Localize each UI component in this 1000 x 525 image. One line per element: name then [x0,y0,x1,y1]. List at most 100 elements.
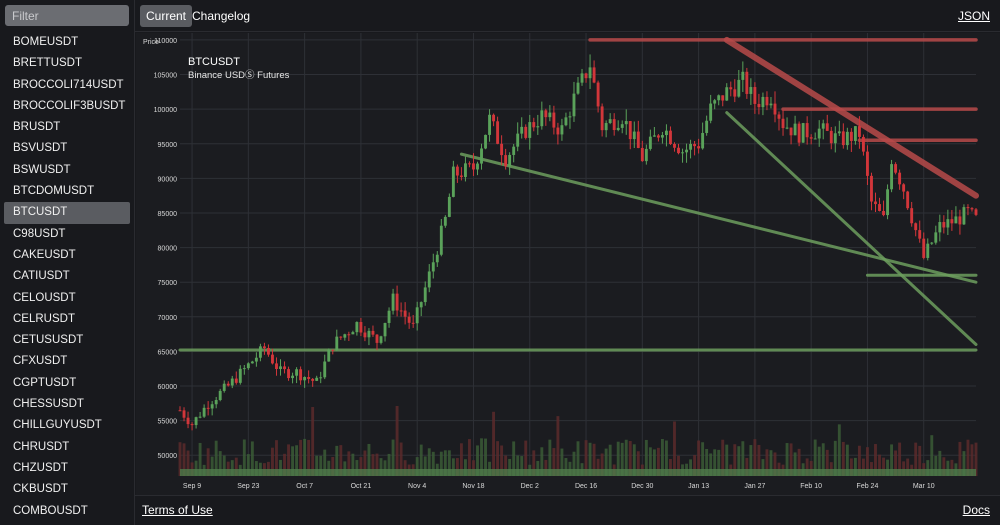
candle-body [395,293,399,311]
volume-baseline [180,469,976,476]
chart-subtitle: Binance USDⓈ Futures [188,70,290,81]
x-tick-label: Jan 27 [744,483,765,490]
candle-body [363,332,367,338]
candle-body [230,378,234,386]
candle-body [492,114,496,122]
tab-changelog[interactable]: Changelog [192,5,250,27]
sidebar-item-cetususdt[interactable]: CETUSUSDT [4,330,130,351]
candle-body [283,366,286,370]
candle-body [202,407,206,417]
candle-body [484,134,487,149]
sidebar-item-cgptusdt[interactable]: CGPTUSDT [4,373,130,394]
sidebar-item-broccolif3busdt[interactable]: BROCCOLIF3BUSDT [4,96,130,117]
sidebar-item-bomeusdt[interactable]: BOMEUSDT [4,32,130,53]
candle-body [773,103,777,115]
candle-body [319,377,323,379]
candle-body [914,223,918,231]
sidebar-item-cfxusdt[interactable]: CFXUSDT [4,351,130,372]
tab-current[interactable]: Current [140,5,193,27]
sidebar-item-btcdomusdt[interactable]: BTCDOMUSDT [4,181,130,202]
volume-bar [556,416,560,476]
candle-body [809,137,813,139]
candle-body [178,410,182,412]
sidebar-item-combousdt[interactable]: COMBOUSDT [4,501,130,522]
candle-body [564,117,568,126]
candle-body [275,363,278,369]
candle-body [423,287,427,303]
sidebar-item-broccoli714usdt[interactable]: BROCCOLI714USDT [4,75,130,96]
filter-input[interactable] [5,5,129,26]
chart-title: BTCUSDT [188,56,240,68]
sidebar-item-chrusdt[interactable]: CHRUSDT [4,437,130,458]
candle-body [403,310,407,317]
sidebar-item-chzusdt[interactable]: CHZUSDT [4,458,130,479]
candle-body [210,404,214,409]
candle-body [238,368,242,383]
volume-bar [492,411,496,476]
price-chart[interactable]: 50000 55000 60000 65000 70000 75000 80000 85000… [136,33,1000,495]
x-tick-label: Dec 30 [631,483,653,490]
candle-body [279,366,282,369]
sidebar-item-ckbusdt[interactable]: CKBUSDT [4,479,130,500]
sidebar-item-cakeusdt[interactable]: CAKEUSDT [4,245,130,266]
candle-body [761,96,765,108]
candle-body [769,103,773,106]
candle-body [918,230,922,239]
candle-body [347,334,351,336]
candle-body [910,208,914,224]
json-link[interactable]: JSON [958,5,990,27]
sidebar-item-brusdt[interactable]: BRUSDT [4,117,130,138]
candle-body [544,110,548,118]
candle-body [709,103,713,121]
candle-body [697,146,701,149]
x-tick-label: Sep 9 [183,483,201,490]
sidebar-item-bswusdt[interactable]: BSWUSDT [4,160,130,181]
candle-body [359,322,363,333]
terms-of-use-link[interactable]: Terms of Use [142,503,213,517]
candle-body [974,209,978,215]
candle-body [520,126,524,134]
y-tick-label: 90000 [158,176,178,183]
candle-body [198,416,202,418]
candle-body [669,130,672,145]
candle-body [958,216,962,225]
sidebar-item-btcusdt[interactable]: BTCUSDT [4,202,130,224]
candle-body [383,322,387,337]
sidebar-item-brettusdt[interactable]: BRETTUSDT [4,53,130,74]
candle-body [845,131,849,146]
candle-body [287,369,290,379]
sidebar-item-chillguyusdt[interactable]: CHILLGUYUSDT [4,415,130,436]
candle-body [777,114,781,119]
candle-body [299,369,303,381]
docs-link[interactable]: Docs [963,503,990,517]
candle-body [890,164,894,190]
candle-body [857,126,861,137]
candle-body [797,123,801,143]
sidebar-item-celousdt[interactable]: CELOUSDT [4,288,130,309]
sidebar-item-chessusdt[interactable]: CHESSUSDT [4,394,130,415]
candle-body [480,148,483,164]
candle-body [600,106,604,131]
sidebar-item-bsvusdt[interactable]: BSVUSDT [4,138,130,159]
x-tick-label: Sep 23 [237,483,259,490]
candle-body [950,219,954,224]
candle-body [431,262,435,272]
candle-body [222,383,226,391]
candle-body [922,238,926,258]
y-tick-label: 105000 [154,73,177,80]
candle-body [472,163,475,170]
candle-body [640,147,644,162]
candle-body [528,122,532,138]
candle-body [817,128,821,139]
candle-body [636,131,640,148]
candle-body [805,123,809,138]
x-tick-label: Oct 21 [351,483,372,490]
candle-body [508,154,512,167]
sidebar-item-c98usdt[interactable]: C98USDT [4,224,130,245]
candle-body [966,207,970,209]
sidebar-item-catiusdt[interactable]: CATIUSDT [4,266,130,287]
sidebar-item-celrusdt[interactable]: CELRUSDT [4,309,130,330]
chart-canvas[interactable]: 50000 55000 60000 65000 70000 75000 80000 85000… [136,33,1000,495]
y-tick-label: 70000 [158,315,178,322]
volume-bar [837,424,841,476]
